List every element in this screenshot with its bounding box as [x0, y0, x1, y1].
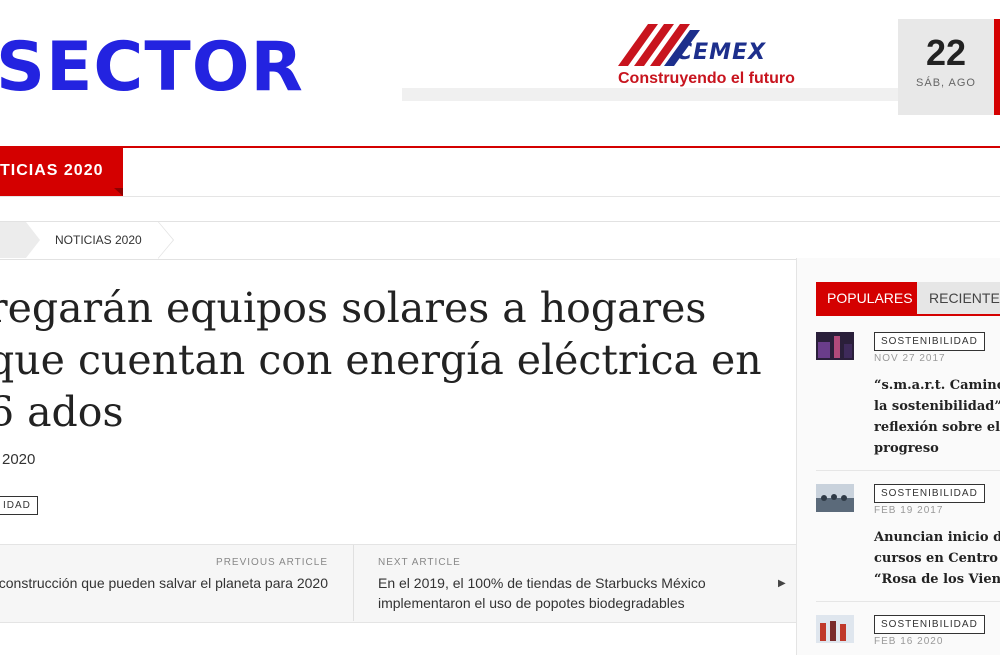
- post-date: NOV 27 2017: [874, 353, 946, 364]
- next-article-link[interactable]: En el 2019, el 100% de tiendas de Starbu…: [378, 573, 758, 613]
- post-category-tag[interactable]: SOSTENIBILIDAD: [874, 332, 985, 351]
- breadcrumb-home[interactable]: [0, 222, 26, 258]
- nav-tab-noticias-2020[interactable]: TICIAS 2020: [0, 148, 123, 196]
- tab-recientes[interactable]: RECIENTES: [917, 282, 1000, 314]
- date-day: 22: [925, 32, 967, 73]
- post-title-line: reflexión sobre el: [874, 420, 1000, 435]
- post-title-link[interactable]: Anuncian inicio de cursos en Centro Cu “…: [874, 527, 1000, 590]
- article-title: regarán equipos solares a hogares que cu…: [0, 284, 762, 436]
- post-title-line: cursos en Centro Cu: [874, 551, 1000, 566]
- breadcrumb-separator: [26, 222, 40, 258]
- tabs-underline: [816, 314, 1000, 316]
- nav-tab-fold: [114, 188, 123, 196]
- nav-bottom-border: [0, 196, 1000, 197]
- breadcrumb-label: NOTICIAS 2020: [55, 233, 142, 247]
- post-title-line: progreso: [874, 441, 939, 456]
- date-weekday-month: SÁB, AGO: [916, 77, 976, 89]
- previous-article-label: PREVIOUS ARTICLE: [216, 557, 328, 568]
- breadcrumb-item-current[interactable]: NOTICIAS 2020: [40, 222, 158, 258]
- sidebar-item-separator: [816, 601, 1000, 602]
- nav-top-border: [0, 146, 1000, 148]
- post-date: FEB 19 2017: [874, 505, 944, 516]
- nav-tab-label: TICIAS 2020: [0, 162, 104, 179]
- post-navigation-divider: [353, 545, 354, 621]
- breadcrumb-arrow: [158, 222, 173, 258]
- tab-populares-label: POPULARES: [827, 290, 913, 306]
- post-title-line: la sostenibilidad”, u: [874, 399, 1000, 414]
- post-thumbnail[interactable]: [816, 484, 854, 512]
- post-category-tag[interactable]: SOSTENIBILIDAD: [874, 484, 985, 503]
- ad-brand: CEMEX: [676, 40, 767, 65]
- date-widget: 22 SÁB, AGO: [898, 19, 994, 115]
- next-arrow-icon[interactable]: ▶: [778, 578, 786, 589]
- sidebar-item-separator: [816, 470, 1000, 471]
- ad-slogan: Construyendo el futuro: [618, 70, 795, 87]
- article-category-tag[interactable]: IDAD: [0, 496, 38, 515]
- post-title-line: “Rosa de los Vientos: [874, 572, 1000, 587]
- post-thumbnail[interactable]: [816, 615, 854, 643]
- post-category-tag[interactable]: SOSTENIBILIDAD: [874, 615, 985, 634]
- post-thumbnail[interactable]: [816, 332, 854, 360]
- next-article-label: NEXT ARTICLE: [378, 557, 461, 568]
- post-date: FEB 16 2020: [874, 636, 944, 647]
- post-title-line: Anuncian inicio de: [874, 530, 1000, 545]
- sidebar-divider: [796, 258, 797, 655]
- tab-populares[interactable]: POPULARES: [816, 282, 917, 314]
- article-date: 2020: [2, 451, 36, 468]
- post-title-link[interactable]: “s.m.a.r.t. Caminos la sostenibilidad”, …: [874, 375, 1000, 459]
- previous-article-link[interactable]: de construcción que pueden salvar el pla…: [0, 573, 328, 593]
- tab-recientes-label: RECIENTES: [929, 290, 1000, 306]
- post-title-line: “s.m.a.r.t. Caminos: [874, 378, 1000, 393]
- date-accent-bar: [994, 19, 1000, 115]
- site-logo[interactable]: SECTOR: [0, 28, 304, 108]
